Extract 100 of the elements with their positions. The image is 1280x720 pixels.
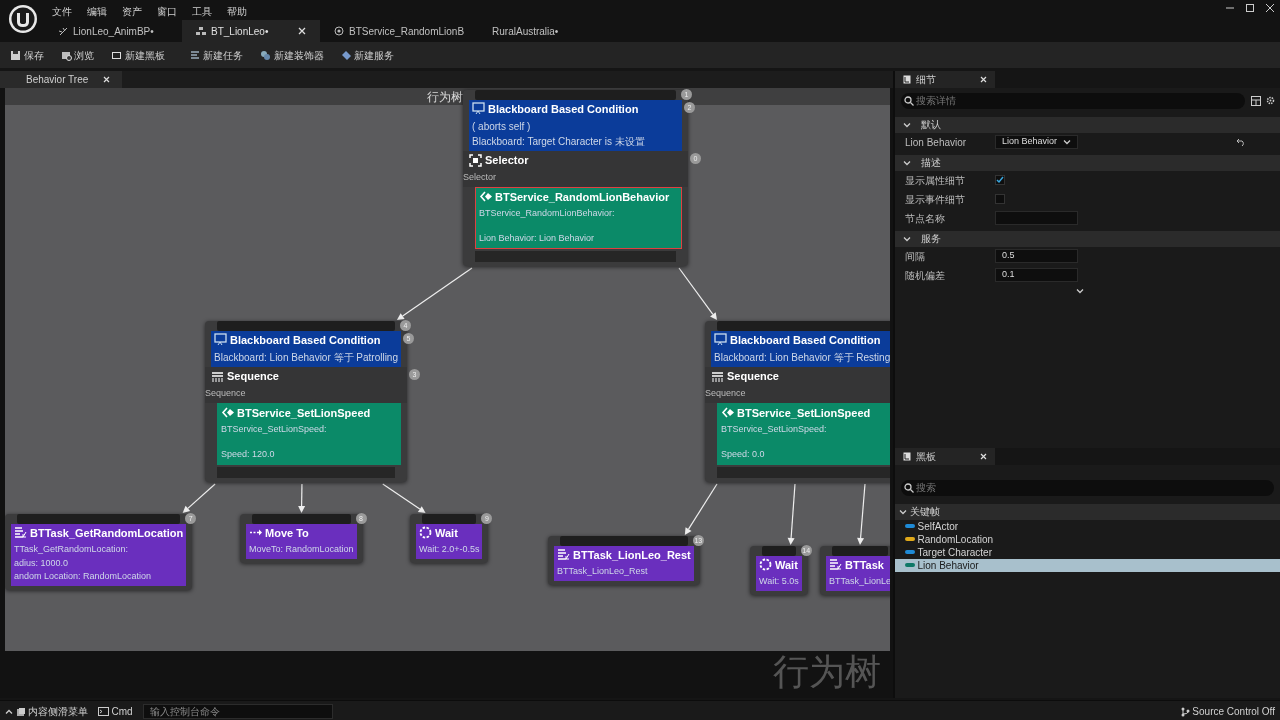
- chevron-down-icon[interactable]: [903, 234, 911, 243]
- edge-arrow: [684, 482, 718, 535]
- toolbar-button[interactable]: 新建装饰器: [254, 45, 330, 65]
- input-pin[interactable]: [717, 320, 890, 331]
- section-header[interactable]: 默认: [895, 116, 1280, 133]
- toolbar-button[interactable]: 保存: [4, 45, 50, 65]
- document-tab[interactable]: BTService_RandomLionB: [320, 20, 479, 42]
- menu-item[interactable]: 文件: [52, 4, 72, 19]
- search-icon: [903, 95, 914, 106]
- menu-item[interactable]: 帮助: [227, 4, 247, 19]
- menu-item[interactable]: 窗口: [157, 4, 177, 19]
- document-tab[interactable]: LionLeo_AnimBP•: [44, 20, 182, 42]
- section-header[interactable]: 服务: [895, 230, 1280, 247]
- board-icon: [714, 333, 727, 347]
- source-control-button[interactable]: Source Control Off: [1179, 704, 1275, 719]
- save-icon: [10, 49, 21, 61]
- service-block[interactable]: BTService_SetLionSpeed BTService_SetLionSpeed: Speed: 120.0: [217, 402, 401, 466]
- tree-node[interactable]: Blackboard Based Condition Blackboard: Lion Behavior 等于 Resting Sequence Sequence BTService_SetLionSpeed BTService_SetLionSpeed: Speed: 0.0: [705, 320, 890, 483]
- edge-arrow: [298, 482, 306, 513]
- service-icon: [221, 406, 234, 420]
- service-icon: [479, 190, 492, 204]
- tree-icon: [196, 26, 206, 36]
- chevron-down-icon[interactable]: [903, 120, 911, 129]
- source-control-icon: [1179, 706, 1190, 717]
- blackboard-key[interactable]: RandomLocation: [895, 532, 1280, 546]
- close-icon[interactable]: [1265, 2, 1275, 13]
- section-header[interactable]: 描述: [895, 154, 1280, 171]
- composite-block[interactable]: Sequence Sequence: [705, 367, 890, 403]
- task-icon: [557, 548, 570, 562]
- browse-icon: [60, 49, 72, 61]
- task-block[interactable]: Wait Wait: 2.0+-0.5s: [416, 523, 483, 559]
- property-label: 显示属性细节: [905, 173, 966, 188]
- close-icon[interactable]: [103, 75, 111, 83]
- chevron-up-icon: [5, 707, 13, 716]
- input-pin[interactable]: [832, 545, 889, 556]
- property-label: 随机偏差: [905, 268, 946, 283]
- dropdown[interactable]: Lion Behavior: [995, 135, 1078, 149]
- search-icon: [903, 482, 914, 493]
- wait-icon: [759, 558, 772, 572]
- settings-icon[interactable]: [1265, 95, 1276, 106]
- content-drawer-button[interactable]: 内容侧滑菜单: [5, 704, 88, 719]
- maximize-icon[interactable]: [1245, 2, 1255, 13]
- menu-item[interactable]: 编辑: [87, 4, 107, 19]
- toolbar-button[interactable]: 新建任务: [183, 45, 249, 65]
- property-label: 间隔: [905, 249, 926, 264]
- checkbox[interactable]: [995, 175, 1005, 185]
- graph-tab[interactable]: Behavior Tree: [0, 70, 123, 88]
- task-block[interactable]: BTTask_GetRandomLocation TTask_GetRandomLocation: adius: 1000.0 andom Location: RandomLocation: [11, 523, 187, 586]
- blackboard-key[interactable]: Lion Behavior: [895, 558, 1280, 572]
- service-block[interactable]: BTService_RandomLionBehavior BTService_RandomLionBehavior: Lion Behavior: Lion Behavior: [475, 186, 682, 250]
- input-field[interactable]: [995, 211, 1078, 225]
- graph-title: 行为树: [427, 89, 463, 104]
- tree-category[interactable]: 关键帧: [895, 503, 1280, 520]
- property-label: 显示事件细节: [905, 192, 966, 207]
- expand-icon[interactable]: [1076, 287, 1084, 295]
- panel-tab[interactable]: 黑板: [895, 447, 995, 465]
- blackboard-key[interactable]: Target Character: [895, 545, 1280, 559]
- tree-node[interactable]: BTTask BTTask_LionLe: [820, 545, 890, 595]
- decorator-block[interactable]: Blackboard Based Condition Blackboard: Lion Behavior 等于 Resting: [711, 330, 890, 368]
- toolbar-button[interactable]: 新建黑板: [105, 45, 171, 65]
- search-field[interactable]: 搜索: [901, 479, 1274, 496]
- property-label: Lion Behavior: [905, 135, 968, 150]
- board-icon: [472, 102, 485, 116]
- blackboard-key[interactable]: SelfActor: [895, 519, 1280, 533]
- grid-icon[interactable]: [1251, 95, 1261, 106]
- search-field[interactable]: 搜索详情: [901, 92, 1245, 109]
- checkbox[interactable]: [995, 194, 1005, 204]
- skeleton-icon: [58, 26, 68, 36]
- reset-icon[interactable]: [1236, 138, 1246, 146]
- task-block[interactable]: Wait Wait: 5.0s: [756, 555, 802, 591]
- chevron-down-icon[interactable]: [903, 158, 911, 167]
- sequence-icon: [211, 370, 224, 383]
- task-block[interactable]: Move To MoveTo: RandomLocation: [246, 523, 357, 559]
- cmd-button[interactable]: Cmd: [98, 704, 133, 719]
- chevron-down-icon[interactable]: [899, 507, 907, 516]
- console-icon: [98, 707, 109, 716]
- blueprint-icon: [334, 26, 344, 36]
- close-icon[interactable]: [980, 452, 987, 460]
- chevron-down-icon: [1063, 138, 1071, 146]
- input-field[interactable]: 0.1: [995, 268, 1078, 282]
- edge-arrow: [787, 482, 796, 545]
- console-input[interactable]: 输入控制台命令: [142, 704, 333, 719]
- service-block[interactable]: BTService_SetLionSpeed BTService_SetLionSpeed: Speed: 0.0: [717, 402, 890, 466]
- input-field[interactable]: 0.5: [995, 249, 1078, 263]
- close-icon[interactable]: [980, 75, 987, 83]
- task-block[interactable]: BTTask BTTask_LionLe: [826, 555, 890, 591]
- document-tab[interactable]: RuralAustralia•: [478, 20, 617, 42]
- menu-item[interactable]: 资产: [122, 4, 142, 19]
- board-icon: [111, 49, 122, 61]
- close-icon[interactable]: [298, 27, 306, 35]
- menu-item[interactable]: 工具: [192, 4, 212, 19]
- toolbar-button[interactable]: 浏览: [54, 45, 100, 65]
- edge-arrow: [382, 482, 426, 513]
- task-block[interactable]: BTTask_LionLeo_Rest BTTask_LionLeo_Rest: [554, 545, 694, 581]
- document-tab[interactable]: BT_LionLeo•: [182, 20, 320, 42]
- service-icon: [721, 406, 734, 420]
- sequence-icon: [711, 370, 724, 383]
- panel-icon: [903, 451, 911, 461]
- toolbar-button[interactable]: 新建服务: [334, 45, 400, 65]
- panel-tab[interactable]: 细节: [895, 70, 995, 88]
